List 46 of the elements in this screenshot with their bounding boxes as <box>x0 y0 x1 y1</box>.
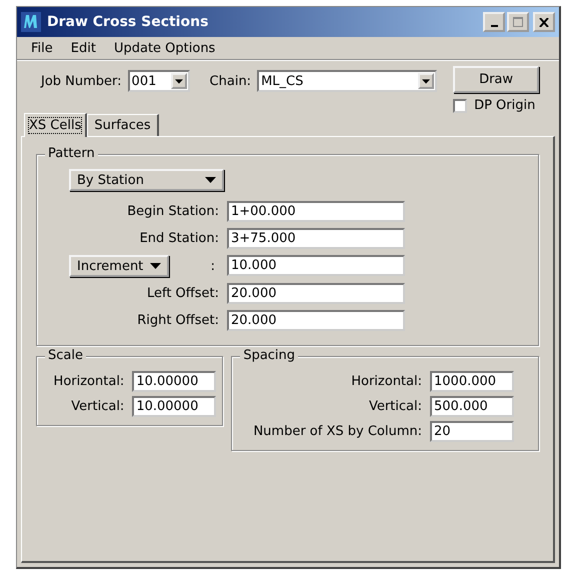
app-icon <box>21 12 41 32</box>
caret-icon <box>205 177 216 183</box>
menu-item[interactable]: File <box>31 41 53 56</box>
close-icon <box>539 18 549 26</box>
increment-dropdown[interactable]: Increment <box>69 255 169 277</box>
field-label: Chain: <box>210 74 252 89</box>
field-label: Vertical: <box>368 399 422 414</box>
caret-icon <box>422 78 430 84</box>
window-title: Draw Cross Sections <box>47 14 210 30</box>
checkbox-label: DP Origin <box>474 98 536 113</box>
tab[interactable]: Surfaces <box>87 114 159 136</box>
input-field[interactable]: 500.000 <box>430 396 514 417</box>
group-title: Spacing <box>240 348 298 363</box>
caret-icon <box>174 78 183 84</box>
field-label: Number of XS by Column: <box>252 424 422 439</box>
input-field[interactable]: 10.00000 <box>132 396 216 417</box>
draw-button[interactable]: Draw <box>453 66 540 93</box>
field-label: Right Offset: <box>136 313 219 328</box>
field-label: Horizontal: <box>350 374 422 389</box>
minimize-button[interactable] <box>483 12 505 32</box>
input-field[interactable]: 20 <box>430 421 514 442</box>
separator-label: : <box>210 258 215 274</box>
chain-dropdown[interactable]: ML_CS <box>257 70 438 92</box>
field-label: Job Number: <box>41 74 122 89</box>
input-field[interactable]: 10.00000 <box>132 371 216 392</box>
mode-dropdown[interactable]: By Station <box>69 169 224 191</box>
menu-item[interactable]: Edit <box>70 41 96 56</box>
input-field[interactable]: 1+00.000 <box>227 201 405 222</box>
field-label: Left Offset: <box>146 286 219 301</box>
input-field[interactable]: 1000.000 <box>430 371 514 392</box>
job-number-dropdown[interactable]: 001 <box>128 70 190 92</box>
close-button[interactable] <box>533 12 555 32</box>
input-field[interactable]: 20.000 <box>227 310 405 331</box>
tab[interactable]: XS Cells <box>24 113 88 137</box>
field-label: Horizontal: <box>52 374 124 389</box>
field-label: Begin Station: <box>126 204 219 219</box>
minimize-icon <box>490 24 498 26</box>
input-field[interactable]: 10.000 <box>227 255 405 276</box>
checkbox[interactable] <box>453 98 468 112</box>
menu-item[interactable]: Update Options <box>114 41 216 56</box>
caret-icon <box>150 263 161 269</box>
input-field[interactable]: 3+75.000 <box>227 228 405 249</box>
field-label: End Station: <box>138 231 219 246</box>
maximize-icon <box>513 17 523 27</box>
field-label: Vertical: <box>70 399 124 414</box>
input-field[interactable]: 20.000 <box>227 283 405 304</box>
